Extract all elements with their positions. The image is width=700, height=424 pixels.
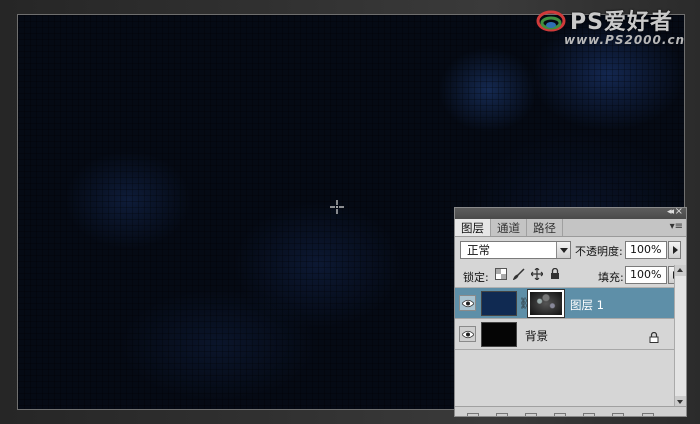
watermark-logo: PS爱好者 www.PS2000.cn [536,2,696,50]
photoshop-workspace: PS爱好者 www.PS2000.cn ◂◂ × 图层 通道 路径 ▾≡ 正常 … [0,0,700,424]
layer-row-layer1[interactable]: ⛓ 图层 1 [455,288,686,319]
watermark-brand: PS爱好者 [570,10,673,35]
layer-lock-icon [649,328,659,343]
layers-empty-area [455,350,686,403]
layer-thumbnail[interactable] [481,291,517,316]
tab-layers[interactable]: 图层 [455,219,491,236]
opacity-input[interactable]: 100% [625,241,667,259]
new-group-icon[interactable] [583,413,596,416]
ps-logo-mark [536,6,566,36]
lock-move-icon[interactable] [530,267,543,281]
opacity-label: 不透明度: [575,245,623,258]
lock-transparent-icon[interactable] [494,268,507,281]
layer-row-background[interactable]: 背景 [455,319,686,350]
panel-title-bar[interactable]: ◂◂ × [455,206,686,219]
blend-opacity-row: 正常 不透明度: 100% [455,237,686,263]
opacity-slider-arrow-icon[interactable] [668,241,681,259]
panel-tabs: 图层 通道 路径 ▾≡ [455,219,686,237]
chevron-down-icon[interactable] [556,242,570,258]
blend-mode-value: 正常 [467,243,490,257]
lock-label: 锁定: [463,271,489,284]
panel-menu-icon[interactable]: ▾≡ [670,221,683,232]
collapse-icon[interactable]: ◂◂ [667,207,674,217]
scroll-up-icon[interactable] [675,265,686,276]
new-layer-icon[interactable] [612,413,625,416]
lock-brush-icon[interactable] [512,268,525,281]
lock-all-icon[interactable] [548,267,561,281]
layer-style-icon[interactable] [496,413,509,416]
blend-mode-select[interactable]: 正常 [460,241,571,259]
panel-bottom-toolbar [455,406,686,416]
delete-layer-icon[interactable] [641,413,654,416]
crosshair-cursor-icon [330,200,344,214]
tab-channels[interactable]: 通道 [491,219,527,236]
add-mask-icon[interactable] [525,413,538,416]
layer-name[interactable]: 图层 1 [570,297,604,313]
visibility-eye-icon[interactable] [459,295,476,311]
layers-scrollbar[interactable] [674,265,686,407]
visibility-eye-icon[interactable] [459,326,476,342]
lock-fill-row: 锁定: 填充: 100% [455,263,686,288]
link-layers-icon[interactable] [467,413,479,416]
fill-input[interactable]: 100% [625,266,667,284]
tab-paths[interactable]: 路径 [527,219,563,236]
layer-thumbnail[interactable] [481,322,517,347]
close-icon[interactable]: × [675,206,683,217]
watermark-url: www.PS2000.cn [564,33,686,47]
layers-panel: ◂◂ × 图层 通道 路径 ▾≡ 正常 不透明度: 100% 锁定: 填充: 1… [454,206,687,417]
adjustment-layer-icon[interactable] [554,413,567,416]
layer-mask-thumbnail[interactable] [527,289,565,318]
layer-name[interactable]: 背景 [525,328,548,344]
fill-label: 填充: [598,271,624,284]
